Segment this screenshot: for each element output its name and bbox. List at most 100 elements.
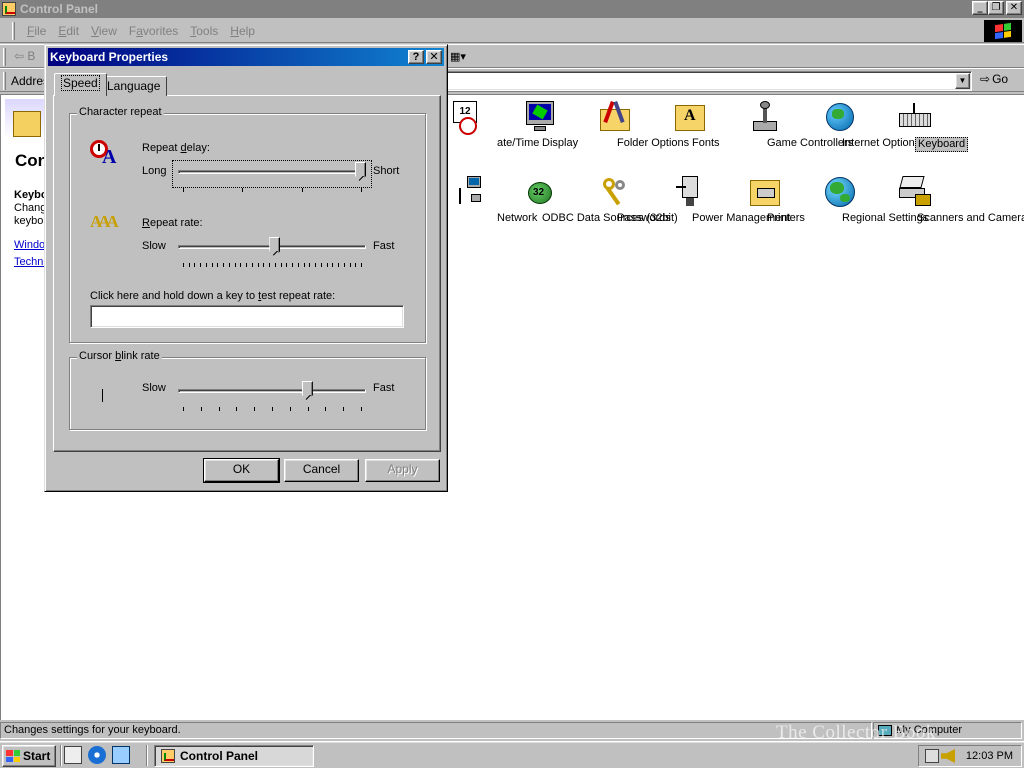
cancel-button[interactable]: Cancel [284, 459, 359, 482]
scheduler-icon[interactable] [925, 749, 939, 763]
slider-tick [183, 263, 184, 267]
views-button[interactable]: ▦▾ [450, 50, 466, 63]
icon-internet-options[interactable]: Internet Options [802, 101, 920, 149]
slider-tick [194, 263, 196, 267]
menu-favorites[interactable]: Favorites [123, 24, 184, 38]
address-field[interactable]: ▼ [446, 71, 972, 91]
go-button[interactable]: ⇨ Go [980, 72, 1008, 86]
icon-regional-settings[interactable]: Regional Settings [802, 176, 928, 224]
odbc-database-icon: 32 [524, 176, 556, 208]
icon-display[interactable]: Display [502, 101, 578, 149]
panel-title: Con [15, 151, 47, 170]
icon-odbc[interactable]: 32 ODBC Data Sources (32bit) [502, 176, 678, 224]
address-dropdown-icon[interactable]: ▼ [955, 73, 970, 89]
volume-icon[interactable] [941, 749, 955, 763]
outlook-express-icon[interactable] [112, 746, 130, 764]
test-repeat-input[interactable] [90, 305, 404, 328]
slider-tick [223, 263, 225, 267]
globe-gear-icon [824, 101, 856, 133]
panel-link-technical[interactable]: Techni [14, 256, 46, 268]
blink-max-label: Fast [373, 382, 395, 394]
slider-tick [240, 263, 242, 267]
slider-tick [257, 263, 259, 267]
clock[interactable]: 12:03 PM [966, 750, 1013, 762]
start-button[interactable]: Start [2, 745, 56, 767]
icon-fonts[interactable]: A Fonts [652, 101, 728, 149]
slider-track [178, 389, 366, 393]
slider-tick [272, 407, 273, 411]
window-title-bar[interactable]: Control Panel _ ❐ ✕ [0, 0, 1024, 18]
icon-scanners-cameras[interactable]: Scanners and Cameras [877, 176, 1024, 224]
web-view-panel: Con Keybo Chang keybo Windo Techni [1, 95, 47, 295]
slider-tick [297, 263, 299, 267]
show-desktop-icon[interactable] [64, 746, 82, 764]
slider-tick [343, 263, 345, 267]
slider-thumb[interactable] [269, 237, 281, 257]
icon-power-management[interactable]: Power Management [652, 176, 790, 224]
icon-keyboard[interactable]: Keyboard [877, 101, 969, 152]
icon-game-controllers[interactable]: Game Controllers [727, 101, 853, 149]
slider-tick [286, 263, 288, 267]
repeat-rate-slider[interactable] [178, 237, 366, 267]
internet-explorer-icon[interactable] [88, 746, 106, 764]
icon-folder-options[interactable]: Folder Options [577, 100, 689, 149]
apply-button[interactable]: Apply [365, 459, 440, 482]
control-panel-icon [2, 2, 16, 16]
menu-file[interactable]: File [21, 24, 52, 38]
dialog-title-bar[interactable]: Keyboard Properties ? ✕ [48, 48, 444, 66]
slider-tick [338, 263, 340, 267]
tab-language[interactable]: Language [100, 76, 168, 96]
back-button[interactable]: ⇦ B [14, 49, 35, 63]
slider-tick [303, 263, 305, 267]
slider-tick [361, 263, 362, 267]
keyboard-properties-dialog: Keyboard Properties ? ✕ Speed Language C… [44, 44, 448, 492]
icon-printers[interactable]: Printers [727, 176, 805, 224]
slider-tick [315, 263, 317, 267]
minimize-button[interactable]: _ [972, 1, 988, 15]
printer-folder-icon [749, 176, 781, 208]
dialog-close-button[interactable]: ✕ [426, 50, 442, 64]
scanner-camera-icon [899, 176, 931, 208]
slider-tick [289, 407, 291, 411]
tab-speed[interactable]: Speed [54, 73, 107, 96]
cursor-blink-slider[interactable] [178, 381, 366, 411]
ok-button[interactable]: OK [203, 458, 280, 483]
slider-tick [183, 407, 184, 411]
icon-passwords[interactable]: Passwords [577, 176, 671, 224]
help-button[interactable]: ? [408, 50, 424, 64]
globe-icon [824, 176, 856, 208]
menu-help[interactable]: Help [224, 24, 261, 38]
slider-thumb[interactable] [355, 162, 366, 182]
menu-tools[interactable]: Tools [184, 24, 224, 38]
fonts-folder-icon: A [674, 101, 706, 133]
repeat-delay-slider[interactable] [178, 162, 366, 192]
character-repeat-group: Character repeat A Repeat delay: Long Sh… [69, 106, 426, 343]
panel-description: Chang keybo [14, 202, 47, 227]
keys-icon [599, 176, 631, 208]
status-bar: Changes settings for your keyboard. My C… [0, 721, 1024, 740]
repeat-rate-max-label: Fast [373, 240, 395, 252]
menu-edit[interactable]: Edit [52, 24, 85, 38]
slider-tick [254, 407, 256, 411]
slider-thumb[interactable] [301, 381, 313, 401]
blink-min-label: Slow [142, 382, 166, 394]
slider-tick [307, 407, 309, 411]
menu-bar: File Edit View Favorites Tools Help [0, 19, 1024, 43]
close-button[interactable]: ✕ [1006, 1, 1022, 15]
slider-tick [325, 407, 327, 411]
slider-tick [343, 407, 345, 411]
taskbar: Start Control Panel 12:03 PM [0, 741, 1024, 768]
repeat-rate-min-label: Slow [142, 240, 166, 252]
slider-tick [200, 407, 202, 411]
restore-button[interactable]: ❐ [988, 1, 1004, 15]
taskbar-control-panel-button[interactable]: Control Panel [154, 745, 314, 767]
slider-tick [236, 407, 238, 411]
power-plug-icon [674, 176, 706, 208]
windows-flag-icon [6, 750, 20, 762]
keyboard-icon [899, 101, 931, 133]
menu-grip [12, 21, 15, 40]
slider-tick [211, 263, 213, 267]
panel-link-windows[interactable]: Windo [14, 239, 45, 251]
menu-view[interactable]: View [85, 24, 123, 38]
repeat-rate-label: Repeat rate: [142, 217, 203, 229]
